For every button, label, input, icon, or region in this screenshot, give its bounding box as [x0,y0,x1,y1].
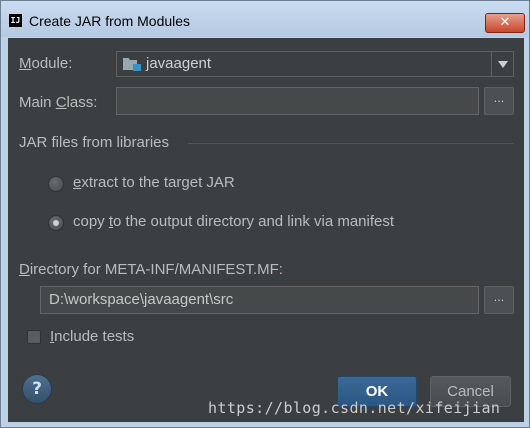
create-jar-dialog: IJ Create JAR from Modules ✕ Module: jav… [0,0,530,428]
include-tests-checkbox[interactable] [27,330,41,344]
module-dropdown[interactable]: javaagent [116,51,514,77]
manifest-dir-input[interactable]: D:\workspace\javaagent\src [40,286,479,314]
dialog-content: Module: javaagent Main Class: ... JAR fi… [8,38,524,422]
include-tests-label[interactable]: Include tests [50,328,134,345]
libraries-section-title: JAR files from libraries [19,134,170,151]
chevron-down-icon[interactable] [491,52,513,76]
intellij-icon: IJ [9,14,22,27]
manifest-dir-label: Directory for META-INF/MANIFEST.MF: [19,261,283,278]
extract-radio[interactable] [48,176,64,192]
help-button[interactable]: ? [22,374,52,404]
copy-radio[interactable] [48,215,64,231]
main-class-input[interactable] [116,87,479,115]
copy-option-label[interactable]: copy to the output directory and link vi… [73,213,394,230]
close-button[interactable]: ✕ [485,13,525,33]
title-bar[interactable]: IJ Create JAR from Modules ✕ [1,1,529,37]
watermark: https://blog.csdn.net/xifeijian [208,399,501,417]
main-class-browse-button[interactable]: ... [484,87,514,115]
section-divider [188,143,514,144]
manifest-dir-browse-button[interactable]: ... [484,286,514,314]
module-value: javaagent [146,55,212,72]
dialog-title: Create JAR from Modules [29,13,191,29]
module-label: Module: [19,55,73,72]
extract-option-label[interactable]: extract to the target JAR [73,174,235,191]
main-class-label: Main Class: [19,94,98,111]
module-folder-icon [123,58,141,71]
